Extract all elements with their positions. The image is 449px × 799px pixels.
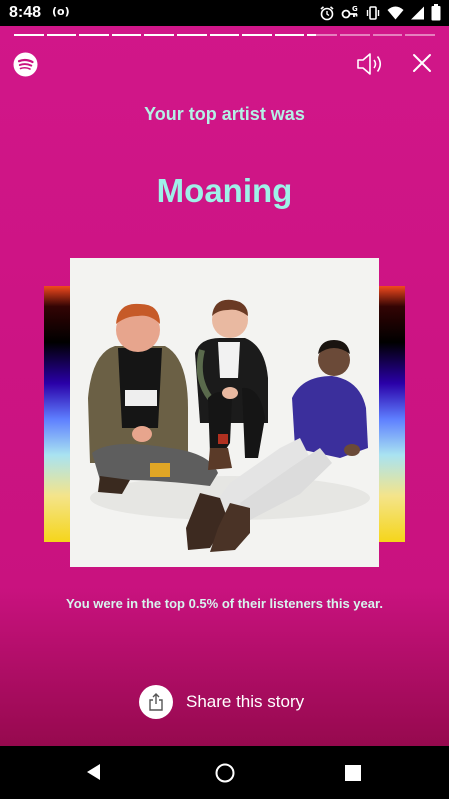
gradient-bar-left	[44, 286, 70, 542]
progress-segment	[79, 34, 109, 36]
spotify-icon	[13, 52, 38, 77]
back-icon[interactable]	[84, 762, 104, 787]
signal-icon	[410, 5, 425, 26]
recents-icon[interactable]	[344, 764, 362, 787]
share-icon	[139, 685, 173, 719]
progress-segment-fill	[209, 34, 240, 36]
progress-segment-fill	[46, 34, 77, 36]
progress-segment-fill	[14, 34, 44, 36]
progress-segment	[307, 34, 338, 36]
progress-segment-fill	[144, 34, 175, 36]
story-card[interactable]: Your top artist was Moaning You were in …	[0, 26, 449, 746]
progress-segment	[242, 34, 272, 36]
listener-stat: You were in the top 0.5% of their listen…	[66, 596, 383, 611]
progress-segment	[177, 34, 207, 36]
gradient-bar-right	[379, 286, 405, 542]
progress-segment-fill	[177, 34, 207, 36]
progress-segment-fill	[274, 34, 305, 36]
progress-segment	[274, 34, 305, 36]
alarm-icon	[319, 5, 335, 26]
vpn-key-icon: G	[341, 5, 359, 26]
progress-segment	[46, 34, 77, 36]
status-time: 8:48	[9, 4, 42, 21]
share-story-button[interactable]: Share this story	[139, 685, 304, 719]
battery-icon	[431, 4, 441, 26]
progress-segment	[340, 34, 370, 36]
progress-segment-fill	[111, 34, 142, 36]
status-bar: 8:48 (o) G	[0, 0, 449, 26]
progress-segment-fill	[307, 34, 317, 36]
radio-notification-icon: (o)	[52, 5, 70, 18]
close-icon[interactable]	[411, 52, 433, 74]
progress-segment	[405, 34, 435, 36]
svg-text:G: G	[352, 5, 358, 13]
wifi-icon	[387, 5, 404, 26]
progress-segment	[111, 34, 142, 36]
story-subtitle: Your top artist was	[144, 104, 305, 124]
volume-icon[interactable]	[356, 51, 384, 77]
story-progress-bar	[14, 34, 435, 36]
progress-segment-fill	[242, 34, 272, 36]
home-icon[interactable]	[214, 762, 236, 789]
artist-photo	[70, 258, 379, 567]
progress-segment-fill	[79, 34, 109, 36]
progress-segment	[14, 34, 44, 36]
status-icons: G	[319, 4, 441, 26]
vibrate-icon	[365, 5, 381, 26]
progress-segment	[144, 34, 175, 36]
progress-segment	[209, 34, 240, 36]
share-story-label: Share this story	[186, 692, 305, 711]
navigation-bar	[0, 746, 449, 799]
progress-segment	[372, 34, 403, 36]
top-artist-name: Moaning	[156, 172, 293, 209]
